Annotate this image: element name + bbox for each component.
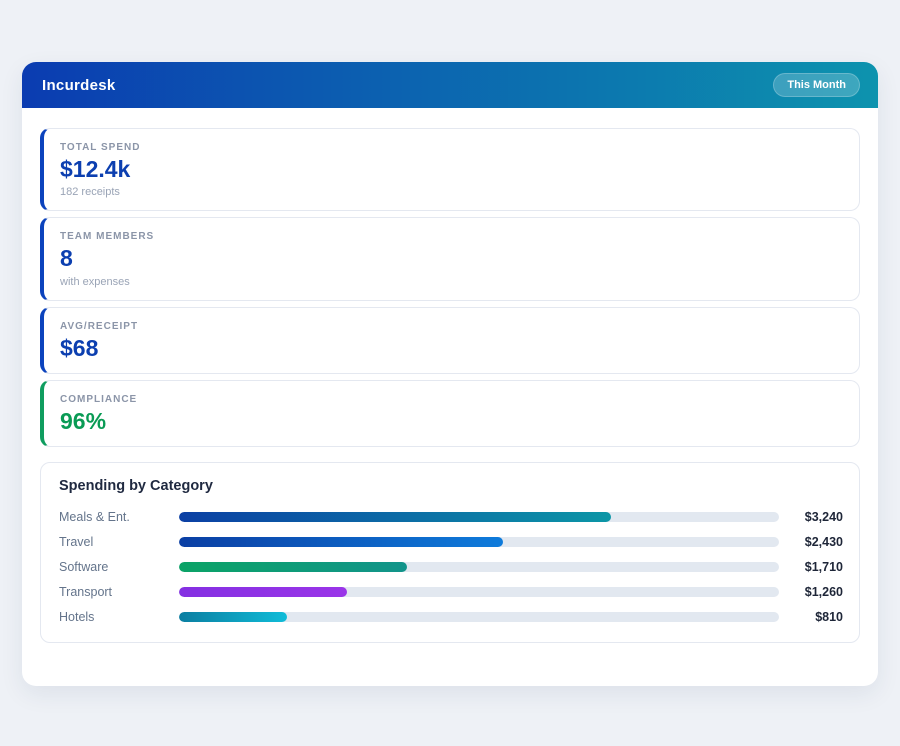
chart-bar-track [179,537,779,547]
chart-bar-track [179,562,779,572]
stat-card-compliance: COMPLIANCE 96% [40,380,860,447]
chart-row: Meals & Ent. $3,240 [59,504,843,529]
chart-row: Travel $2,430 [59,529,843,554]
chart-rows: Meals & Ent. $3,240 Travel $2,430 Softwa… [59,504,843,629]
chart-row-label: Software [59,560,179,574]
stat-label: AVG/RECEIPT [60,321,843,332]
stat-value: 96% [60,409,843,434]
chart-row-label: Transport [59,585,179,599]
stat-label: COMPLIANCE [60,394,843,405]
chart-row: Software $1,710 [59,554,843,579]
stat-value: $68 [60,336,843,361]
chart-bar-track [179,512,779,522]
chart-row-value: $1,260 [779,585,843,599]
chart-bar-fill [179,537,503,547]
app-body: TOTAL SPEND $12.4k 182 receipts TEAM MEM… [22,108,878,643]
chart-row-label: Hotels [59,610,179,624]
stat-value: $12.4k [60,157,843,182]
period-badge[interactable]: This Month [773,73,860,97]
chart-bar-track [179,612,779,622]
chart-row-value: $810 [779,610,843,624]
stat-card-total-spend: TOTAL SPEND $12.4k 182 receipts [40,128,860,211]
chart-row-label: Meals & Ent. [59,510,179,524]
chart-row-value: $2,430 [779,535,843,549]
chart-row-label: Travel [59,535,179,549]
stat-label: TEAM MEMBERS [60,231,843,242]
stat-value: 8 [60,246,843,271]
app-title: Incurdesk [42,77,116,94]
spending-chart-card: Spending by Category Meals & Ent. $3,240… [40,462,860,643]
chart-bar-fill [179,562,407,572]
expense-dashboard-card: Incurdesk This Month TOTAL SPEND $12.4k … [22,62,878,686]
chart-row: Hotels $810 [59,604,843,629]
stat-subtext: 182 receipts [60,186,843,198]
chart-row-value: $3,240 [779,510,843,524]
stat-card-team-members: TEAM MEMBERS 8 with expenses [40,217,860,300]
stats-container: TOTAL SPEND $12.4k 182 receipts TEAM MEM… [40,128,860,447]
app-header: Incurdesk This Month [22,62,878,108]
chart-bar-fill [179,512,611,522]
chart-title: Spending by Category [59,478,843,494]
chart-row: Transport $1,260 [59,579,843,604]
chart-bar-fill [179,612,287,622]
stat-subtext: with expenses [60,276,843,288]
stat-card-avg-receipt: AVG/RECEIPT $68 [40,307,860,374]
chart-row-value: $1,710 [779,560,843,574]
stat-label: TOTAL SPEND [60,142,843,153]
chart-bar-fill [179,587,347,597]
chart-bar-track [179,587,779,597]
